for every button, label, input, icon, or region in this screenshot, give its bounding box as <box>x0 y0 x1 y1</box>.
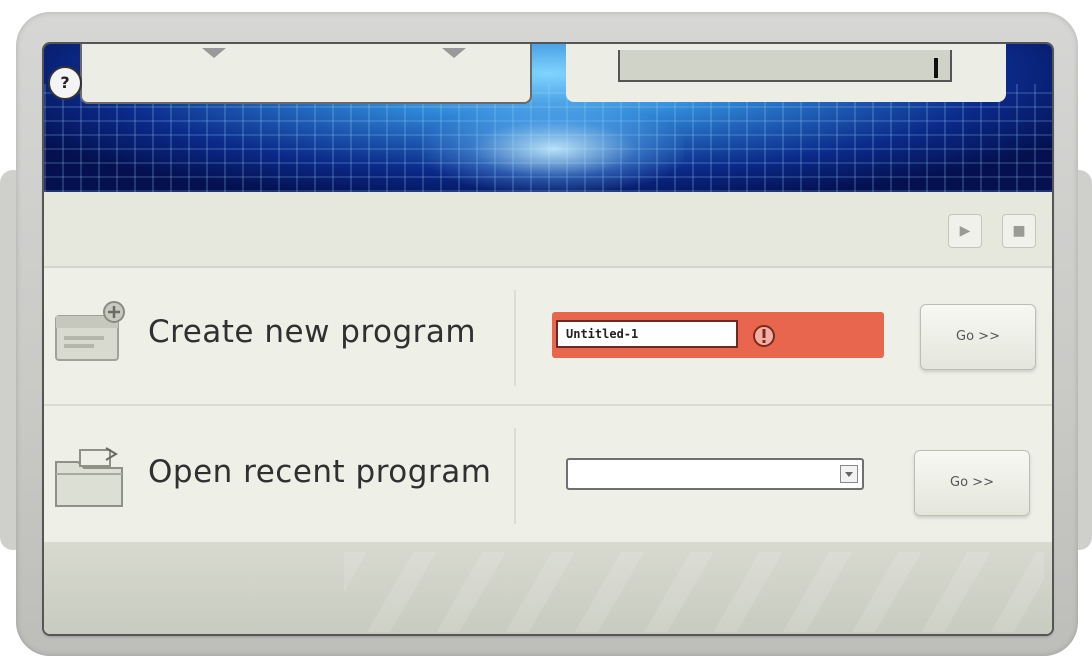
banner-glow-graphic <box>424 104 684 192</box>
chevron-down-icon[interactable] <box>840 465 858 483</box>
cursor-marker-icon <box>934 58 938 78</box>
header-tab-right[interactable] <box>566 44 1006 102</box>
stop-button[interactable]: ■ <box>1002 214 1036 248</box>
open-go-button[interactable]: Go >> <box>914 450 1030 516</box>
program-name-input[interactable] <box>556 320 738 348</box>
lobby-window: ? ▶ ■ Create new program Untitled-1 Go >… <box>44 44 1052 634</box>
tab-notch-icon <box>202 48 226 58</box>
help-button[interactable]: ? <box>48 66 82 100</box>
app-frame: ? ▶ ■ Create new program Untitled-1 Go >… <box>0 0 1092 661</box>
create-go-button[interactable]: Go >> <box>920 304 1036 370</box>
program-name-error-box <box>552 312 884 358</box>
tab-notch-icon <box>442 48 466 58</box>
recent-program-select[interactable] <box>566 458 864 490</box>
play-button[interactable]: ▶ <box>948 214 982 248</box>
warning-icon <box>753 325 775 347</box>
new-program-icon <box>55 301 125 361</box>
bottom-panel <box>44 542 1052 634</box>
open-folder-icon <box>55 447 123 507</box>
open-recent-label: Open recent program <box>148 454 492 490</box>
toolbar: ▶ ■ <box>44 192 1052 268</box>
header-banner: ? <box>44 44 1052 192</box>
row-divider <box>514 290 516 386</box>
open-recent-row: Open recent program Go >> <box>44 406 1052 542</box>
project-field[interactable] <box>618 50 952 82</box>
header-tab-left[interactable] <box>80 44 532 104</box>
create-program-row: Create new program Go >> <box>44 268 1052 407</box>
create-program-label: Create new program <box>148 314 477 350</box>
row-divider <box>514 428 516 524</box>
